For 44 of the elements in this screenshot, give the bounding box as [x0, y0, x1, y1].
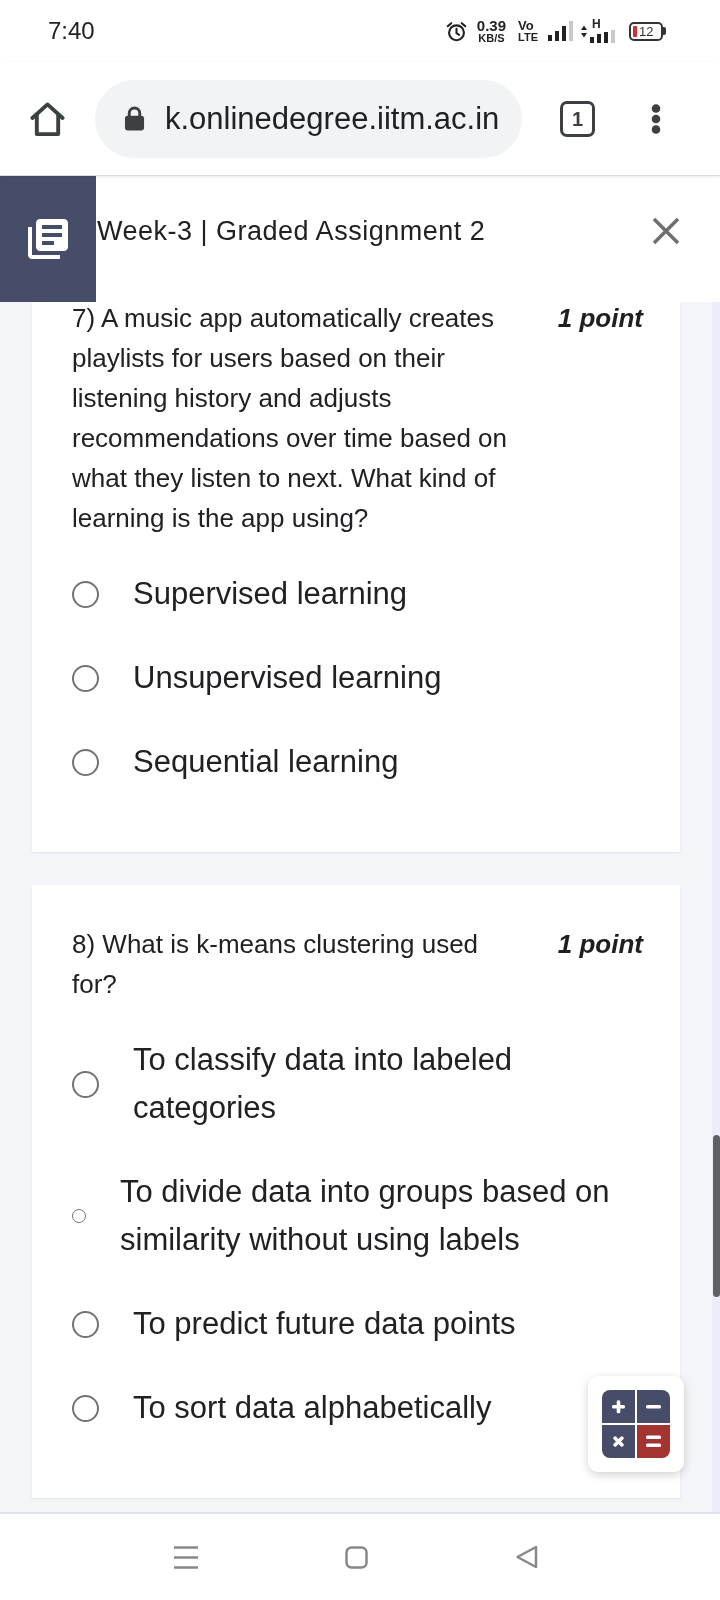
radio-button[interactable]: [72, 580, 99, 608]
volte-label: Vo: [518, 19, 534, 32]
question-text: 7) A music app automatically creates playlists for users based on their listening history and adjusts recommendations over time based on what they listen to next. What kind of learning is the app using?: [72, 302, 508, 535]
option-label: To predict future data points: [133, 1305, 516, 1343]
scrollbar-thumb[interactable]: [713, 1135, 720, 1297]
points-label: 1 point: [557, 928, 643, 961]
address-bar[interactable]: k.onlinedegree.iitm.ac.in: [95, 79, 522, 158]
sidebar-toggle-button[interactable]: [0, 176, 96, 302]
square-icon[interactable]: [345, 1545, 368, 1569]
alarm-clock-icon: [445, 20, 467, 42]
data-speed-value: 0.39: [476, 18, 507, 33]
menu-icon[interactable]: [174, 1545, 198, 1569]
close-icon[interactable]: [652, 217, 680, 245]
option-label: To sort data alphabetically: [133, 1389, 492, 1427]
option-label: Supervised learning: [133, 575, 407, 613]
radio-button[interactable]: [72, 664, 99, 692]
radio-button[interactable]: [72, 1394, 99, 1422]
url-text: k.onlinedegree.iitm.ac.in: [165, 103, 500, 134]
option-label: To classify data into labeled categories: [133, 1041, 514, 1127]
radio-button[interactable]: [72, 1070, 99, 1098]
signal-icon: [548, 21, 573, 41]
network-type-label: H: [592, 18, 601, 30]
radio-button[interactable]: [72, 748, 99, 776]
lock-icon: [124, 106, 145, 131]
battery-percentage: 12: [639, 24, 654, 38]
clock-time: 7:40: [48, 19, 95, 43]
question-text: 8) What is k-means clustering used for?: [72, 928, 480, 1001]
calculator-icon: [602, 1390, 670, 1458]
signal-icon: [590, 30, 615, 43]
volte-label: LTE: [518, 32, 538, 43]
option-label: To divide data into groups based on similarity without using labels: [120, 1173, 611, 1259]
radio-button[interactable]: [72, 1310, 99, 1338]
data-arrows-icon: [581, 24, 587, 38]
more-options-icon[interactable]: [651, 103, 661, 134]
points-label: 1 point: [557, 302, 643, 335]
option-label: Sequential learning: [133, 743, 399, 781]
home-icon[interactable]: [30, 100, 65, 137]
data-speed-unit: KB/S: [478, 33, 505, 44]
option-label: Unsupervised learning: [133, 659, 442, 697]
documents-icon: [28, 219, 68, 259]
tab-switcher-button[interactable]: 1: [560, 100, 595, 137]
page-title: Week-3 | Graded Assignment 2: [97, 214, 486, 248]
calculator-button[interactable]: [588, 1376, 684, 1472]
back-icon[interactable]: [515, 1545, 538, 1569]
